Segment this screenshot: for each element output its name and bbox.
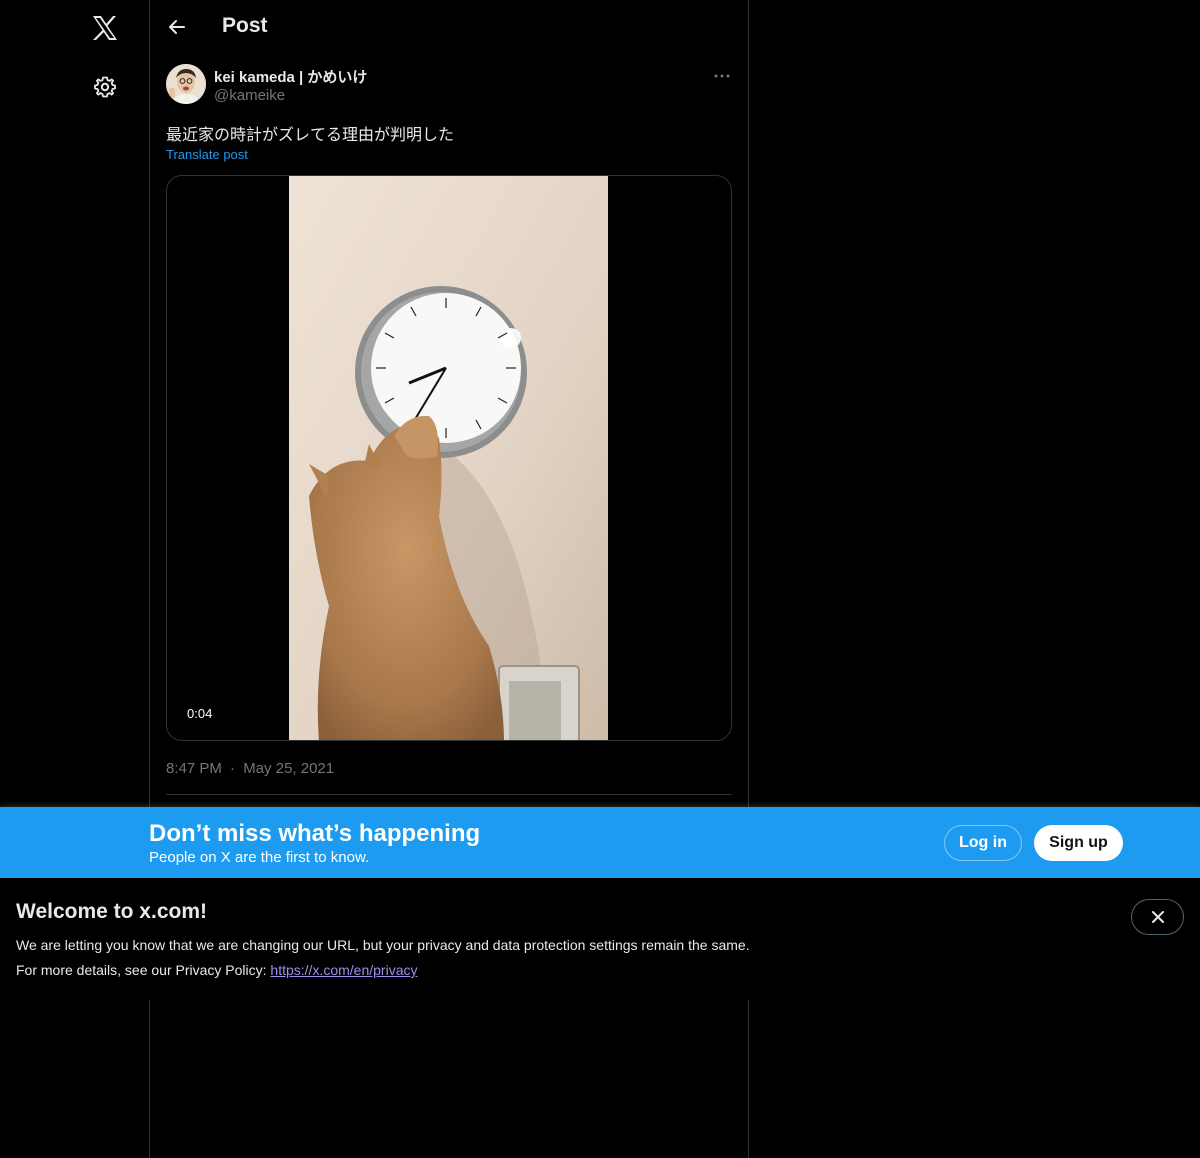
arrow-left-icon[interactable]	[164, 14, 190, 40]
signup-banner-subtitle: People on X are the first to know.	[149, 849, 370, 866]
gear-icon[interactable]	[92, 74, 118, 100]
post-header: Post	[150, 0, 748, 54]
privacy-policy-link[interactable]: https://x.com/en/privacy	[270, 962, 417, 978]
video-player[interactable]: 0:04	[166, 175, 732, 741]
video-timestamp: 0:04	[181, 704, 219, 723]
signup-button[interactable]: Sign up	[1034, 825, 1123, 861]
notice-message: We are letting you know that we are chan…	[16, 937, 750, 953]
notice-privacy-prefix: For more details, see our Privacy Policy…	[16, 962, 271, 978]
login-button[interactable]: Log in	[944, 825, 1022, 861]
signup-banner-title: Don’t miss what’s happening	[149, 820, 481, 847]
meta-separator: ·	[230, 760, 236, 777]
url-change-notice: Welcome to x.com! We are letting you kno…	[0, 878, 1200, 1000]
notice-title: Welcome to x.com!	[16, 900, 207, 923]
author-handle[interactable]: @kameike	[214, 87, 285, 104]
close-icon[interactable]	[1131, 899, 1184, 935]
translate-post-link[interactable]: Translate post	[166, 147, 248, 162]
divider	[166, 794, 732, 795]
x-logo-icon[interactable]	[89, 12, 121, 44]
post-time: 8:47 PM	[166, 760, 222, 777]
video-frame	[289, 176, 608, 740]
post-date: May 25, 2021	[243, 760, 335, 777]
notice-privacy-line: For more details, see our Privacy Policy…	[16, 962, 417, 978]
post-text: 最近家の時計がズレてる理由が判明した	[166, 125, 455, 144]
more-horizontal-icon[interactable]	[712, 66, 732, 86]
author-name[interactable]: kei kameda | かめいけ	[214, 66, 367, 87]
post-timestamp[interactable]: 8:47 PM · May 25, 2021	[166, 760, 334, 777]
signup-banner: Don’t miss what’s happening People on X …	[0, 807, 1200, 878]
avatar[interactable]	[166, 64, 206, 104]
page-title: Post	[222, 14, 268, 37]
